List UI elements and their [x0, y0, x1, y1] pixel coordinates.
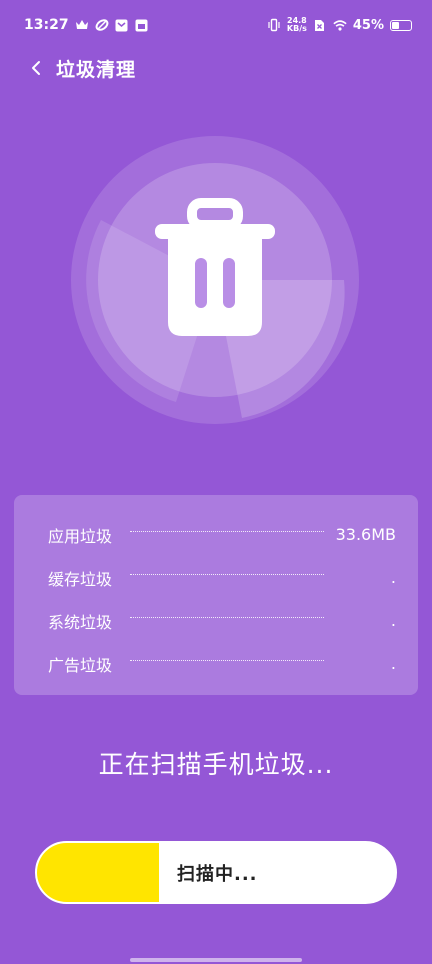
leaf-icon: [95, 18, 109, 32]
scan-status-text: 正在扫描手机垃圾...: [98, 750, 334, 779]
junk-label: 广告垃圾: [48, 655, 113, 675]
battery-fill: [392, 21, 399, 29]
junk-summary-card: 应用垃圾 33.6MB 缓存垃圾. 系统垃圾. 广告垃圾.: [14, 495, 418, 695]
junk-row: 应用垃圾 33.6MB: [48, 513, 396, 556]
status-right: 24.8 KB/s 45%: [267, 17, 412, 33]
status-bar: 13:27 24.8 KB/s 45%: [0, 0, 432, 50]
page-title: 垃圾清理: [56, 58, 137, 81]
dotted-leader: [130, 660, 324, 661]
junk-label: 系统垃圾: [48, 612, 113, 632]
junk-row: 广告垃圾.: [48, 642, 396, 685]
clock: 13:27: [24, 17, 69, 33]
progress-fill: [37, 843, 159, 902]
junk-row: 缓存垃圾.: [48, 556, 396, 599]
scan-progress-button[interactable]: 扫描中...: [35, 841, 397, 904]
progress-label: 扫描中...: [177, 863, 258, 885]
vibrate-icon: [267, 18, 281, 32]
battery-icon: [390, 19, 412, 31]
junk-value: 33.6MB: [335, 525, 396, 544]
header: 垃圾清理: [0, 50, 432, 86]
junk-label: 应用垃圾: [48, 526, 113, 546]
junk-label: 缓存垃圾: [48, 569, 113, 589]
network-speed: 24.8 KB/s: [287, 17, 307, 33]
scan-animation: [65, 130, 365, 430]
junk-row: 系统垃圾.: [48, 599, 396, 642]
dotted-leader: [130, 617, 324, 618]
mail-icon: [115, 18, 129, 32]
home-indicator[interactable]: [130, 958, 302, 962]
network-speed-unit: KB/s: [286, 24, 307, 33]
crown-icon: [75, 18, 89, 32]
dotted-leader: [130, 531, 324, 532]
junk-value: .: [390, 611, 396, 630]
wifi-icon: [333, 18, 347, 32]
chevron-left-icon: [32, 61, 40, 75]
sim-icon: [313, 18, 327, 32]
battery-percent: 45%: [352, 17, 384, 33]
dotted-leader: [130, 574, 324, 575]
calendar-icon: [135, 18, 149, 32]
status-left: 13:27: [24, 17, 149, 33]
junk-value: .: [390, 654, 396, 673]
junk-value: .: [390, 568, 396, 587]
back-button[interactable]: [24, 56, 48, 80]
